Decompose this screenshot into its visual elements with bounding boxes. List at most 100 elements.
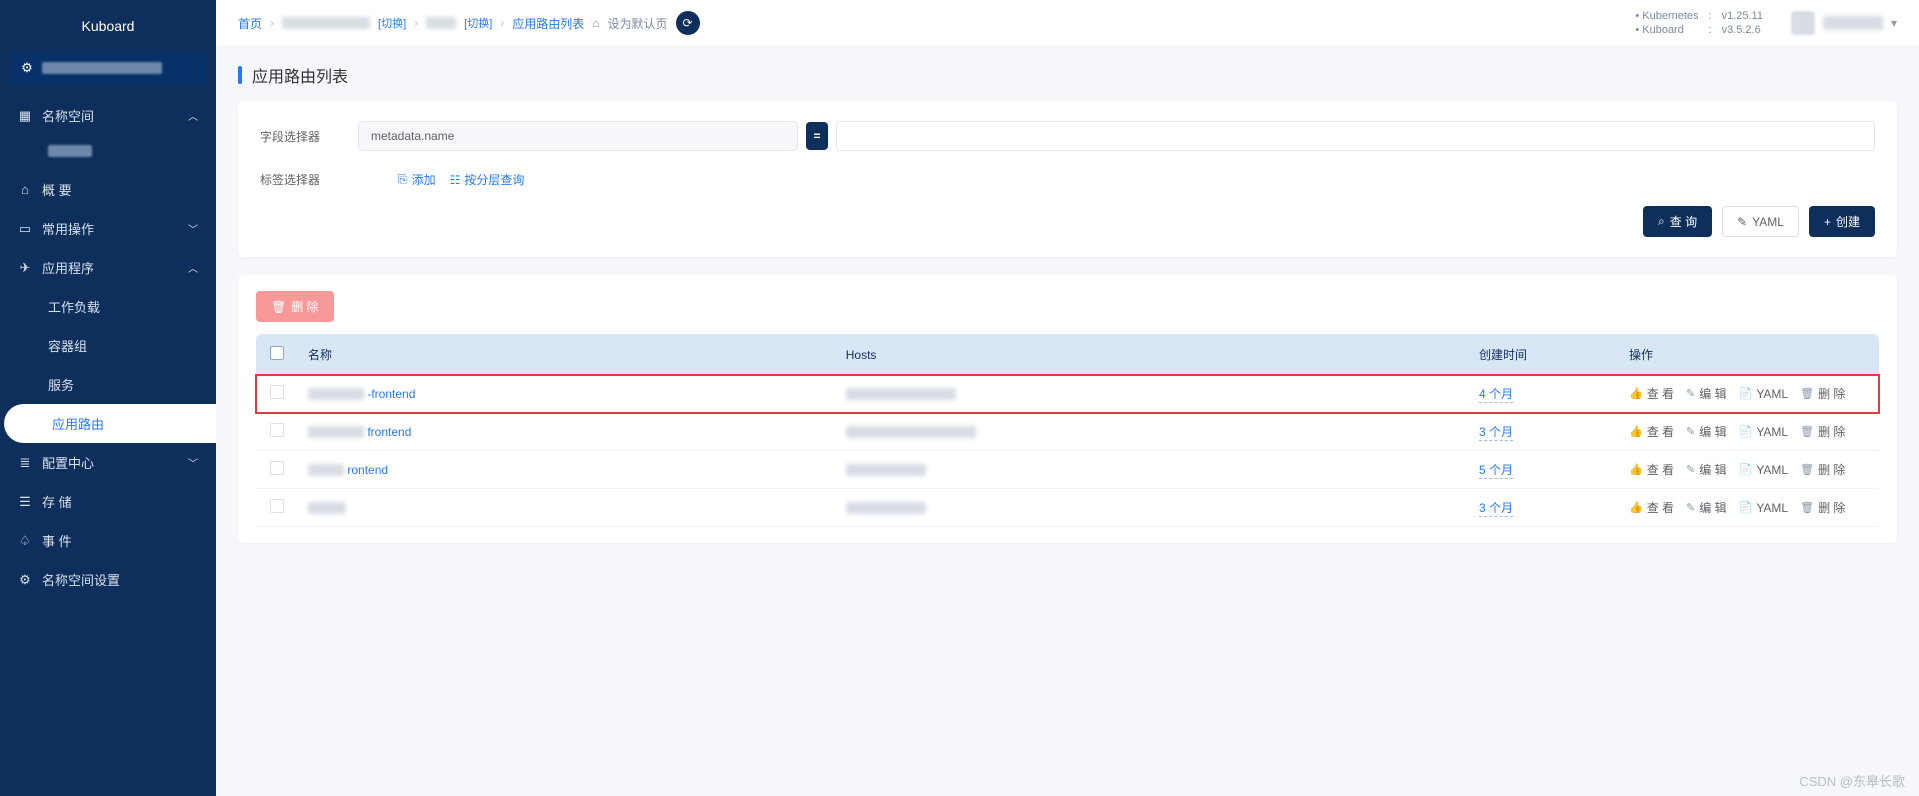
edit-link[interactable]: ✎编 辑 <box>1686 499 1727 516</box>
ingress-name-link[interactable]: -frontend <box>367 387 415 401</box>
table-row: frontend3 个月👍查 看✎编 辑📄YAML🗑删 除 <box>256 413 1879 451</box>
chevron-up-icon: ︿ <box>188 108 198 123</box>
layers-icon: ≣ <box>18 455 32 471</box>
delete-link[interactable]: 🗑删 除 <box>1800 385 1845 402</box>
ingress-name-link[interactable]: frontend <box>367 425 411 439</box>
bell-icon: ♤ <box>18 533 32 549</box>
nav-apps[interactable]: ✈应用程序 ︿ <box>0 248 216 287</box>
crumb-cluster[interactable] <box>282 17 370 29</box>
kb-version: v3.5.2.6 <box>1722 24 1763 36</box>
crumb-current: 应用路由列表 <box>512 15 584 32</box>
pencil-icon: ✎ <box>1686 387 1695 400</box>
thumb-icon: 👍 <box>1629 501 1643 514</box>
nav-common-ops[interactable]: ▭常用操作 ﹀ <box>0 209 216 248</box>
cluster-name-censored <box>42 62 162 74</box>
set-default-link[interactable]: 设为默认页 <box>608 15 668 32</box>
col-hosts: Hosts <box>836 334 1469 375</box>
nav-namespace-item[interactable] <box>0 135 216 170</box>
name-prefix-censored <box>308 464 344 476</box>
home-icon: ⌂ <box>592 16 599 30</box>
table-card: 🗑删 除 名称 Hosts 创建时间 操作 -frontend4 个月👍查 看✎… <box>238 275 1897 543</box>
nav-ingress[interactable]: 应用路由 <box>4 404 216 443</box>
checkbox-all[interactable] <box>270 346 284 360</box>
trash-icon: 🗑 <box>1800 501 1814 514</box>
ingress-name-link[interactable]: rontend <box>347 463 388 477</box>
yaml-button[interactable]: ✎YAML <box>1722 206 1799 237</box>
username-censored <box>1823 16 1883 30</box>
watermark: CSDN @东皋长歌 <box>1799 771 1905 790</box>
filter-card: 字段选择器 metadata.name = 标签选择器 ⎘添加 ☷按分层查询 ⌕… <box>238 101 1897 257</box>
row-checkbox[interactable] <box>270 423 284 437</box>
add-selector-button[interactable]: ⎘添加 <box>398 171 436 188</box>
row-checkbox[interactable] <box>270 499 284 513</box>
name-prefix-censored <box>308 426 364 438</box>
query-button[interactable]: ⌕查 询 <box>1643 206 1712 237</box>
table-row: rontend 5 个月 👍查 看 ✎编 辑 📄YAML 🗑删 除 <box>256 451 1879 489</box>
edit-link[interactable]: ✎编 辑 <box>1686 461 1727 478</box>
nav-overview[interactable]: ⌂概 要 <box>0 170 216 209</box>
pencil-icon: ✎ <box>1686 501 1695 514</box>
name-prefix-censored <box>308 388 364 400</box>
topbar: 首页 › [切换] › [切换] › 应用路由列表 ⌂ 设为默认页 ⟳ • Ku… <box>216 0 1919 47</box>
crumb-ns[interactable] <box>426 17 456 29</box>
operator-badge[interactable]: = <box>806 122 828 150</box>
view-link[interactable]: 👍查 看 <box>1629 423 1674 440</box>
nav-ns-settings[interactable]: ⚙名称空间设置 <box>0 560 216 599</box>
brand-logo: Kuboard <box>0 8 216 48</box>
caret-down-icon: ▾ <box>1891 16 1897 30</box>
delete-link[interactable]: 🗑删 除 <box>1800 461 1845 478</box>
pencil-icon: ✎ <box>1686 425 1695 438</box>
avatar <box>1791 11 1815 35</box>
view-link[interactable]: 👍查 看 <box>1629 461 1674 478</box>
nav-workloads[interactable]: 工作负载 <box>0 287 216 326</box>
nav-pods[interactable]: 容器组 <box>0 326 216 365</box>
row-actions: 👍查 看 ✎编 辑 📄YAML 🗑删 除 <box>1629 461 1869 478</box>
yaml-link[interactable]: 📄YAML <box>1739 423 1789 440</box>
nav-namespace[interactable]: ▦名称空间 ︿ <box>0 96 216 135</box>
edit-link[interactable]: ✎编 辑 <box>1686 385 1727 402</box>
host-censored <box>846 464 926 476</box>
gear-icon: ⚙ <box>20 60 34 76</box>
user-menu[interactable]: ▾ <box>1791 11 1897 35</box>
refresh-button[interactable]: ⟳ <box>676 11 700 35</box>
chevron-up-icon: ︿ <box>188 260 198 275</box>
nav-events[interactable]: ♤事 件 <box>0 521 216 560</box>
nav-overview-label: 概 要 <box>42 180 72 199</box>
edit-link[interactable]: ✎编 辑 <box>1686 423 1727 440</box>
table-row: -frontend4 个月👍查 看✎编 辑📄YAML🗑删 除 <box>256 375 1879 413</box>
cluster-selector[interactable]: ⚙ <box>10 52 206 84</box>
view-link[interactable]: 👍查 看 <box>1629 385 1674 402</box>
nav-storage[interactable]: ☰存 储 <box>0 482 216 521</box>
yaml-link[interactable]: 📄YAML <box>1739 385 1789 402</box>
create-button[interactable]: +创建 <box>1809 206 1875 237</box>
col-checkbox <box>256 334 298 375</box>
field-key-select[interactable]: metadata.name <box>358 121 798 151</box>
host-censored <box>846 388 956 400</box>
host-censored <box>846 502 926 514</box>
ingress-table: 名称 Hosts 创建时间 操作 -frontend4 个月👍查 看✎编 辑📄Y… <box>256 334 1879 527</box>
crumb-home[interactable]: 首页 <box>238 15 262 32</box>
yaml-link[interactable]: 📄YAML <box>1739 499 1789 516</box>
crumb-switch-2[interactable]: [切换] <box>464 15 492 31</box>
view-link[interactable]: 👍查 看 <box>1629 499 1674 516</box>
name-prefix-censored <box>308 502 346 514</box>
delete-link[interactable]: 🗑删 除 <box>1800 423 1845 440</box>
edit-icon: ✎ <box>1737 215 1747 229</box>
hierarchy-query-button[interactable]: ☷按分层查询 <box>450 171 525 188</box>
crumb-switch-1[interactable]: [切换] <box>378 15 406 31</box>
row-checkbox[interactable] <box>270 385 284 399</box>
doc-icon: 📄 <box>1739 387 1753 400</box>
plus-doc-icon: ⎘ <box>398 172 408 187</box>
nav-config[interactable]: ≣配置中心 ﹀ <box>0 443 216 482</box>
nav-services[interactable]: 服务 <box>0 365 216 404</box>
nav-apps-label: 应用程序 <box>42 258 94 277</box>
yaml-link[interactable]: 📄YAML <box>1739 461 1789 478</box>
row-checkbox[interactable] <box>270 461 284 475</box>
trash-icon: 🗑 <box>271 300 286 314</box>
field-value-input[interactable] <box>836 121 1875 151</box>
created-time: 5 个月 <box>1479 463 1513 479</box>
delete-link[interactable]: 🗑删 除 <box>1800 499 1845 516</box>
field-selector-label: 字段选择器 <box>260 128 358 145</box>
settings-icon: ⚙ <box>18 572 32 588</box>
thumb-icon: 👍 <box>1629 387 1643 400</box>
